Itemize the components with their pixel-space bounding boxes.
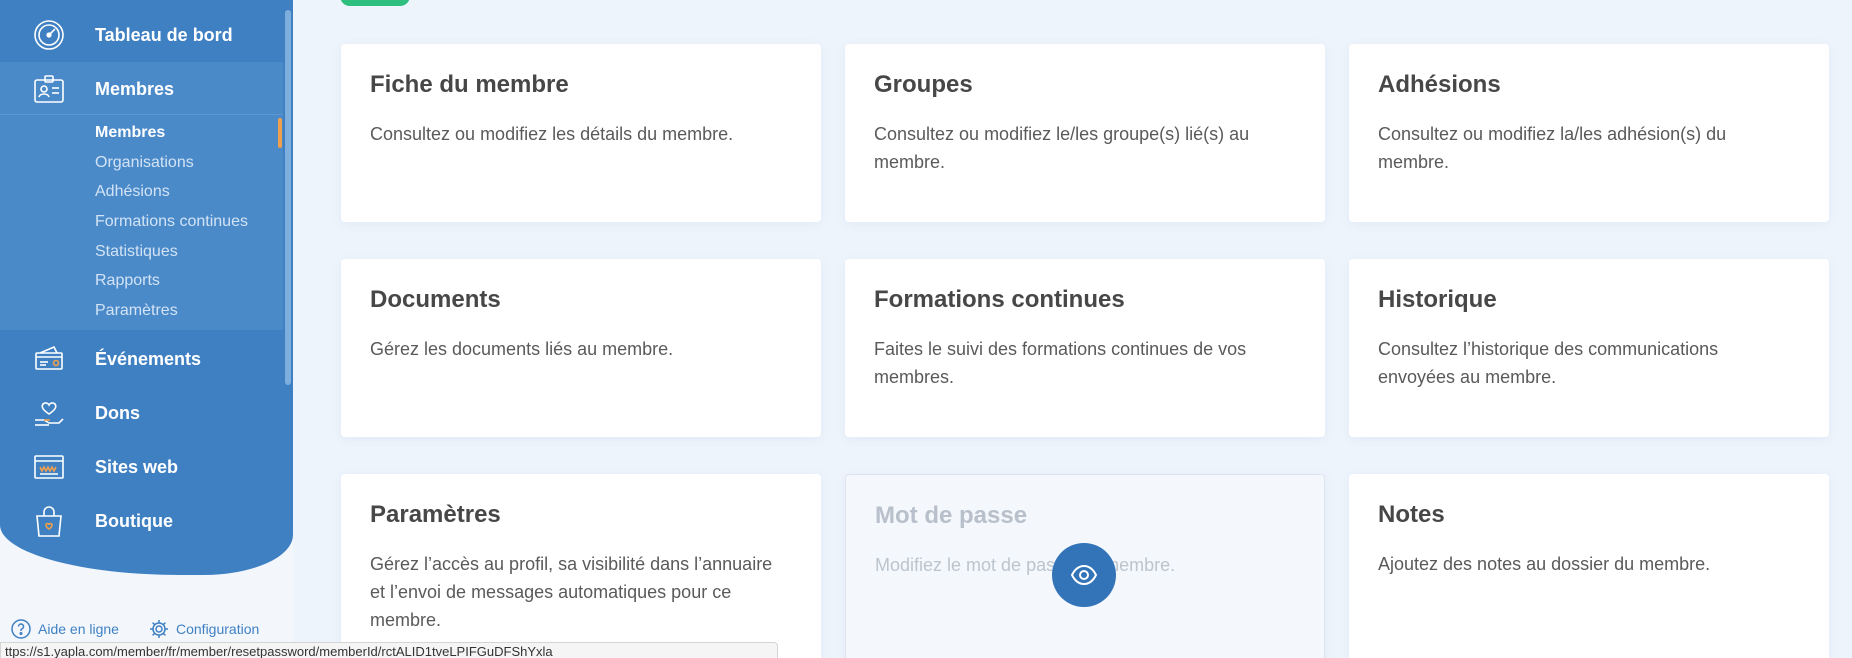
sidebar-item-label: Sites web bbox=[95, 456, 179, 477]
status-bar-url: ttps://s1.yapla.com/member/fr/member/res… bbox=[0, 642, 778, 658]
card-description: Consultez l’historique des communication… bbox=[1378, 339, 1719, 388]
configuration-link[interactable]: Configuration bbox=[148, 618, 259, 640]
card-description: Gérez l’accès au profil, sa visibilité d… bbox=[370, 554, 773, 631]
sidebar-item-boutique[interactable]: Boutique bbox=[0, 494, 283, 548]
card-historique[interactable]: Historique Consultez l’historique des co… bbox=[1349, 259, 1829, 437]
sidebar-scrollbar[interactable] bbox=[285, 10, 291, 385]
sidebar-item-label: Membres bbox=[95, 78, 175, 99]
submenu-item-parametres[interactable]: Paramètres bbox=[95, 302, 178, 320]
card-description: Consultez ou modifiez la/les adhésion(s)… bbox=[1378, 124, 1727, 173]
sidebar-item-label: Boutique bbox=[95, 510, 173, 531]
shopping-bag-icon bbox=[32, 504, 66, 538]
sidebar-item-sites-web[interactable]: Sites web bbox=[0, 440, 283, 494]
sidebar-item-membres[interactable]: Membres bbox=[0, 62, 283, 116]
card-title: Paramètres bbox=[370, 501, 501, 528]
member-id-card-icon bbox=[32, 72, 66, 106]
card-notes[interactable]: Notes Ajoutez des notes au dossier du me… bbox=[1349, 474, 1829, 658]
eye-icon bbox=[1070, 564, 1098, 586]
membres-submenu: Membres Organisations Adhésions Formatio… bbox=[0, 114, 283, 330]
active-submenu-indicator bbox=[278, 118, 282, 148]
submenu-item-rapports[interactable]: Rapports bbox=[95, 272, 160, 290]
card-title: Mot de passe bbox=[875, 502, 1028, 529]
card-title: Fiche du membre bbox=[370, 71, 569, 98]
card-title: Notes bbox=[1378, 501, 1445, 528]
sidebar-item-label: Dons bbox=[95, 402, 140, 423]
card-fiche-du-membre[interactable]: Fiche du membre Consultez ou modifiez le… bbox=[341, 44, 821, 222]
card-title: Formations continues bbox=[874, 286, 1125, 313]
primary-action-button[interactable] bbox=[340, 0, 410, 6]
submenu-item-membres[interactable]: Membres bbox=[95, 124, 165, 142]
sidebar-item-evenements[interactable]: Événements bbox=[0, 332, 283, 386]
sidebar: Tableau de bord Membres Membres Organisa… bbox=[0, 0, 293, 658]
help-link[interactable]: Aide en ligne bbox=[10, 618, 119, 640]
submenu-item-organisations[interactable]: Organisations bbox=[95, 154, 194, 172]
card-description: Gérez les documents liés au membre. bbox=[370, 339, 674, 360]
card-documents[interactable]: Documents Gérez les documents liés au me… bbox=[341, 259, 821, 437]
help-question-icon bbox=[11, 619, 31, 639]
dashboard-gauge-icon bbox=[32, 18, 66, 52]
sidebar-item-tableau-de-bord[interactable]: Tableau de bord bbox=[0, 8, 283, 62]
card-description: Faites le suivi des formations continues… bbox=[874, 339, 1247, 388]
card-formations-continues[interactable]: Formations continues Faites le suivi des… bbox=[845, 259, 1325, 437]
help-link-label: Aide en ligne bbox=[38, 621, 119, 637]
card-title: Historique bbox=[1378, 286, 1497, 313]
sidebar-item-label: Tableau de bord bbox=[95, 24, 233, 45]
submenu-item-statistiques[interactable]: Statistiques bbox=[95, 243, 178, 261]
card-description: Ajoutez des notes au dossier du membre. bbox=[1378, 554, 1711, 575]
configuration-link-label: Configuration bbox=[176, 621, 260, 637]
sidebar-item-label: Événements bbox=[95, 348, 202, 369]
submenu-item-adhesions[interactable]: Adhésions bbox=[95, 183, 170, 201]
submenu-item-formations-continues[interactable]: Formations continues bbox=[95, 213, 248, 231]
card-title: Adhésions bbox=[1378, 71, 1501, 98]
donation-heart-hand-icon bbox=[32, 396, 66, 430]
sidebar-item-dons[interactable]: Dons bbox=[0, 386, 283, 440]
card-title: Groupes bbox=[874, 71, 973, 98]
card-description: Consultez ou modifiez le/les groupe(s) l… bbox=[874, 124, 1250, 173]
gear-icon bbox=[150, 620, 168, 638]
sidebar-nav: Tableau de bord Membres Membres Organisa… bbox=[0, 0, 293, 575]
view-password-button[interactable] bbox=[1052, 543, 1116, 607]
card-groupes[interactable]: Groupes Consultez ou modifiez le/les gro… bbox=[845, 44, 1325, 222]
card-parametres[interactable]: Paramètres Gérez l’accès au profil, sa v… bbox=[341, 474, 821, 658]
card-description: Consultez ou modifiez les détails du mem… bbox=[370, 124, 734, 145]
card-title: Documents bbox=[370, 286, 501, 313]
website-browser-icon bbox=[32, 450, 66, 484]
event-ticket-icon bbox=[32, 342, 66, 376]
card-adhesions[interactable]: Adhésions Consultez ou modifiez la/les a… bbox=[1349, 44, 1829, 222]
